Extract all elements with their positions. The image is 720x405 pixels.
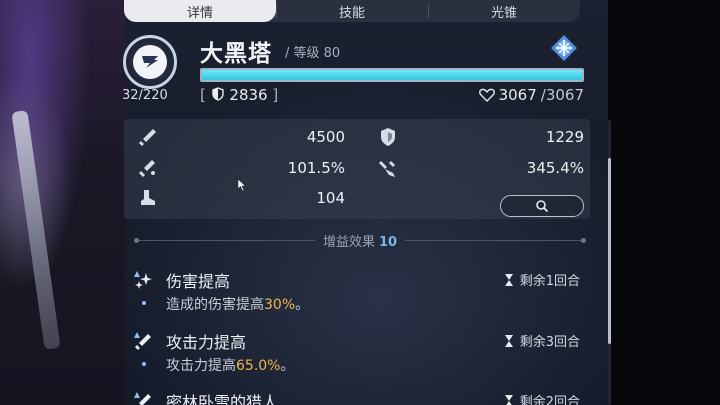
spd-value: 104 — [316, 189, 345, 207]
character-level: / 等级 80 — [285, 46, 341, 61]
tab-skills[interactable]: 技能 — [276, 0, 428, 22]
shield-value: 2836 — [229, 86, 268, 104]
unit-count: 32/220 — [122, 88, 168, 103]
shield-readout: [ 2836 ] — [200, 86, 278, 104]
mouse-cursor-icon — [237, 178, 247, 192]
buff-description: 造成的伤害提高30%。 — [142, 294, 310, 314]
tab-light-cone[interactable]: 光锥 — [428, 0, 580, 22]
stat-details-button[interactable] — [500, 195, 584, 217]
bracket-left: [ — [200, 86, 206, 104]
buff-item-atk-up[interactable]: 攻击力提高 剩余3回合 攻击力提高65.0%。 — [128, 328, 588, 378]
hp-bar-fill — [202, 70, 582, 80]
buff-title: 伤害提高 — [166, 272, 231, 291]
buff-item-hunter[interactable]: 密林卧雪的猎人 剩余2回合 — [128, 388, 588, 405]
shield-icon — [211, 87, 224, 101]
tab-details[interactable]: 详情 — [124, 0, 276, 22]
bullet-dot — [142, 362, 146, 366]
scrollbar-thumb[interactable] — [608, 158, 611, 344]
def-value: 1229 — [545, 128, 584, 146]
buff-title: 攻击力提高 — [166, 333, 247, 352]
bracket-right: ] — [272, 86, 279, 104]
ice-snowflake-icon — [551, 35, 577, 61]
atk-value: 4500 — [306, 128, 345, 146]
bullet-dot — [142, 301, 146, 305]
character-name: 大黑塔 — [200, 41, 272, 67]
buff-item-damage-up[interactable]: 伤害提高 剩余1回合 造成的伤害提高30%。 — [128, 267, 588, 317]
magnifier-icon — [536, 200, 549, 213]
crit-dmg-value: 345.4% — [526, 159, 584, 177]
attack-up-icon — [134, 332, 151, 350]
buff-remaining-text: 剩余3回合 — [519, 335, 580, 350]
buff-description: 攻击力提高65.0%。 — [142, 355, 295, 375]
hourglass-icon — [504, 334, 513, 347]
hunter-buff-icon — [134, 392, 151, 405]
hp-max: /3067 — [540, 86, 584, 104]
hp-current: 3067 — [498, 86, 537, 104]
buff-header-text: 增益效果 — [322, 234, 375, 250]
path-emblem — [123, 35, 177, 89]
damage-burst-icon — [134, 271, 152, 289]
buff-title: 密林卧雪的猎人 — [166, 393, 279, 405]
buff-desc-text: 攻击力提高 — [166, 358, 236, 374]
crit-rate-icon — [139, 160, 155, 177]
buff-desc-suffix: 。 — [295, 297, 310, 313]
buff-desc-text: 造成的伤害提高 — [166, 297, 264, 313]
hp-bar — [200, 68, 584, 82]
hourglass-icon — [504, 273, 513, 286]
buff-desc-suffix: 。 — [280, 358, 295, 374]
buff-remaining-text: 剩余1回合 — [519, 274, 580, 289]
heart-icon — [478, 88, 495, 102]
speed-boot-icon — [141, 190, 155, 205]
crit-dmg-icon — [379, 161, 395, 177]
buff-header-label: 增益效果 10 — [315, 231, 405, 250]
hourglass-icon — [504, 394, 513, 405]
buff-desc-value: 65.0% — [236, 358, 281, 374]
tab-bar: 详情 技能 光锥 — [124, 0, 580, 22]
buff-remaining: 剩余2回合 — [504, 391, 580, 405]
hp-readout: 3067 /3067 — [478, 86, 584, 104]
weapon-blade — [11, 110, 61, 350]
buff-remaining-text: 剩余2回合 — [519, 395, 580, 405]
buff-section-header: 增益效果 10 — [134, 231, 587, 250]
right-dark-margin — [608, 0, 720, 405]
divider-line-left — [134, 237, 315, 243]
shield-stat-icon — [381, 128, 395, 146]
sword-icon — [139, 129, 156, 146]
buff-remaining: 剩余3回合 — [504, 331, 580, 350]
buff-desc-value: 30% — [264, 297, 296, 313]
erudition-path-icon — [133, 45, 167, 79]
divider-line-right — [405, 237, 587, 243]
crit-rate-value: 101.5% — [287, 159, 345, 177]
buff-remaining: 剩余1回合 — [504, 270, 580, 289]
character-portrait-partial — [0, 0, 125, 405]
buff-count: 10 — [378, 234, 398, 250]
